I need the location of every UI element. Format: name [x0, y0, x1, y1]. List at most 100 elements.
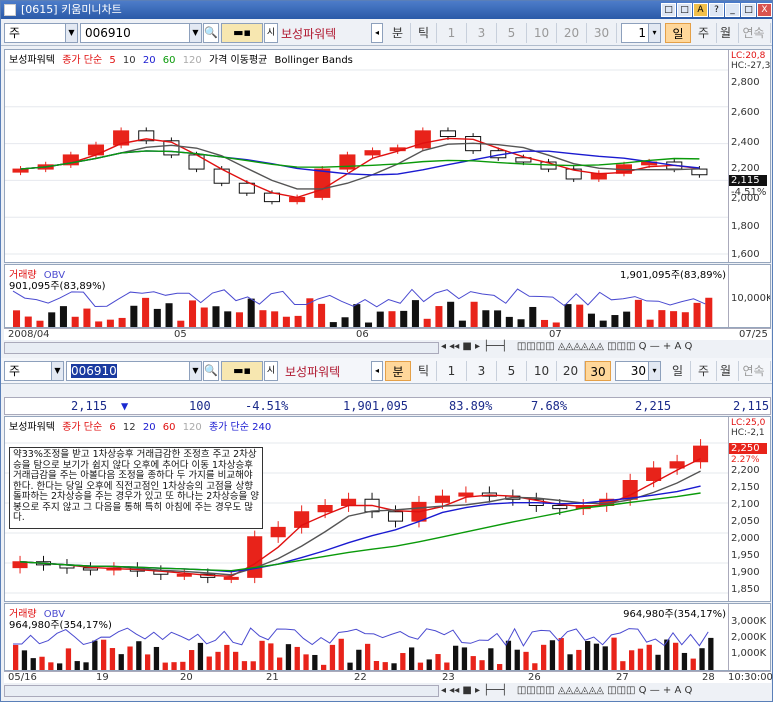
order-button[interactable]: ▬▪ — [221, 23, 263, 43]
chart1-scrollbar[interactable] — [4, 342, 439, 354]
x-tick: 27 — [616, 672, 629, 683]
volume-bar — [233, 651, 239, 670]
volume-bar — [587, 313, 595, 327]
volume-bar — [564, 304, 572, 327]
period-20[interactable]: 20 — [557, 23, 587, 43]
chart2-x-axis: 05/16 19 20 21 22 23 26 27 28 10:30:00 — [4, 671, 773, 683]
period-tick[interactable]: 틱 — [411, 23, 437, 43]
period-1[interactable]: 1 — [437, 23, 467, 43]
axis-tick: 1,900 — [731, 567, 760, 578]
annotation-note[interactable]: 약33%조정을 받고 1차상승후 거래급감한 조정흐 주고 2차상승을 탐으로 … — [9, 447, 263, 529]
chart1-volume-canvas[interactable] — [5, 265, 729, 328]
volume-bar — [409, 647, 415, 670]
period-30[interactable]: 30 — [585, 361, 611, 381]
unit-stepper[interactable]: 30 ▾ — [615, 361, 661, 381]
chart2-nav-tools[interactable]: ◂ ◂◂ ■ ▸ ├──┤ ◫◫◫◫ ◬◬◬◬◬◬ ◫◫◫ Q — + A Q — [441, 685, 771, 699]
stock-code-input[interactable]: 006910 ▼ — [66, 361, 202, 381]
app-window: [0615] 키움미니차트 □ □ A ? _ □ X 주 ▼ 006910 ▼ 🔍… — [0, 0, 773, 702]
chart2-volume-canvas[interactable] — [5, 604, 729, 671]
period-tick[interactable]: 틱 — [411, 361, 437, 381]
period-30[interactable]: 30 — [587, 23, 617, 43]
help-button[interactable]: ? — [709, 3, 724, 17]
volume-bar — [497, 664, 503, 670]
volume-bar — [83, 662, 89, 670]
tile-button[interactable]: □ — [677, 3, 692, 17]
volume-bar — [634, 299, 642, 327]
search-icon: 🔍 — [204, 364, 218, 377]
obv-line — [12, 627, 709, 647]
axis-tick: 2,000K — [731, 632, 767, 643]
chart2-scrollbar[interactable] — [4, 685, 439, 697]
prev-button[interactable]: ◂ — [371, 23, 383, 43]
search-button[interactable]: 🔍 — [203, 23, 219, 43]
chart1-volume-panel[interactable]: 거래량 OBV 901,095주(83,89%) 1,901,095주(83,8… — [4, 264, 771, 328]
info-close: 2,115 — [733, 399, 770, 413]
info-button[interactable]: 시 — [264, 361, 278, 381]
volume-bar — [365, 643, 371, 670]
volume-bar — [277, 657, 283, 670]
stock-code-input[interactable]: 006910 ▼ — [80, 23, 202, 43]
volume-bar — [197, 642, 204, 670]
volume-bar — [620, 661, 626, 670]
tab-continuous[interactable]: 연속 — [737, 23, 771, 43]
tab-monthly[interactable]: 월 — [713, 23, 739, 43]
market-type-select[interactable]: 주 ▼ — [4, 23, 78, 43]
tab-daily[interactable]: 일 — [665, 23, 691, 43]
chart1-price-panel[interactable]: 보성파워텍 종가 단순 5 10 20 60 120 가격 이동평균 Bolli… — [4, 49, 771, 263]
period-20[interactable]: 20 — [557, 361, 585, 381]
info-button[interactable]: 시 — [264, 23, 278, 43]
close-button[interactable]: X — [757, 3, 772, 17]
info-turnover: 7.68% — [531, 399, 568, 413]
prev-button[interactable]: ◂ — [371, 361, 383, 381]
volume-bar — [177, 320, 185, 327]
volume-bar — [294, 646, 300, 670]
axis-hc: HC:-27,3 — [731, 61, 771, 71]
volume-bar — [611, 315, 619, 327]
chart1-price-canvas[interactable] — [5, 50, 729, 263]
volume-bar — [347, 662, 353, 670]
maximize-button[interactable]: □ — [741, 3, 756, 17]
volume-bar — [482, 310, 490, 327]
minimize-button[interactable]: _ — [725, 3, 740, 17]
order-button[interactable]: ▬▪ — [221, 361, 263, 381]
period-10[interactable]: 10 — [527, 361, 557, 381]
volume-bar — [576, 304, 584, 327]
volume-bar — [447, 301, 455, 327]
period-1[interactable]: 1 — [437, 361, 467, 381]
period-minute[interactable]: 분 — [385, 361, 411, 381]
market-type-select[interactable]: 주 ▼ — [4, 361, 64, 381]
volume-bar — [549, 640, 556, 670]
x-tick: 07 — [549, 329, 562, 340]
volume-bar — [541, 319, 549, 327]
volume-bar — [224, 644, 230, 670]
x-tick: 21 — [266, 672, 279, 683]
search-button[interactable]: 🔍 — [203, 361, 219, 381]
tab-continuous[interactable]: 연속 — [737, 361, 771, 381]
tab-daily[interactable]: 일 — [665, 361, 691, 381]
axis-tick: 2,050 — [731, 516, 760, 527]
volume-bar — [373, 660, 380, 670]
period-minute[interactable]: 분 — [385, 23, 411, 43]
candle — [693, 445, 709, 463]
volume-bar — [24, 316, 32, 327]
period-3[interactable]: 3 — [467, 23, 497, 43]
chart2-volume-panel[interactable]: 거래량 OBV 964,980주(354,17%) 964,980주(354,1… — [4, 603, 771, 671]
chevron-down-icon: ▼ — [51, 362, 63, 380]
period-10[interactable]: 10 — [527, 23, 557, 43]
period-5[interactable]: 5 — [497, 23, 527, 43]
volume-bar — [235, 312, 243, 327]
app-icon — [4, 4, 16, 16]
font-button[interactable]: A — [693, 3, 708, 17]
unit-stepper[interactable]: 1 ▾ — [621, 23, 661, 43]
tab-monthly[interactable]: 월 — [713, 361, 739, 381]
axis-tick: 10,000K — [731, 293, 771, 304]
volume-bar — [21, 650, 28, 670]
volume-bar — [599, 320, 607, 327]
search-icon: 🔍 — [204, 26, 218, 39]
volume-bar — [39, 656, 45, 670]
chart1-nav-tools[interactable]: ◂ ◂◂ ■ ▸ ├──┤ ◫◫◫◫ ◬◬◬◬◬◬ ◫◫◫ Q — + A Q — [441, 341, 771, 355]
period-3[interactable]: 3 — [467, 361, 497, 381]
period-5[interactable]: 5 — [497, 361, 527, 381]
restore-button[interactable]: □ — [661, 3, 676, 17]
volume-bar — [705, 297, 713, 327]
